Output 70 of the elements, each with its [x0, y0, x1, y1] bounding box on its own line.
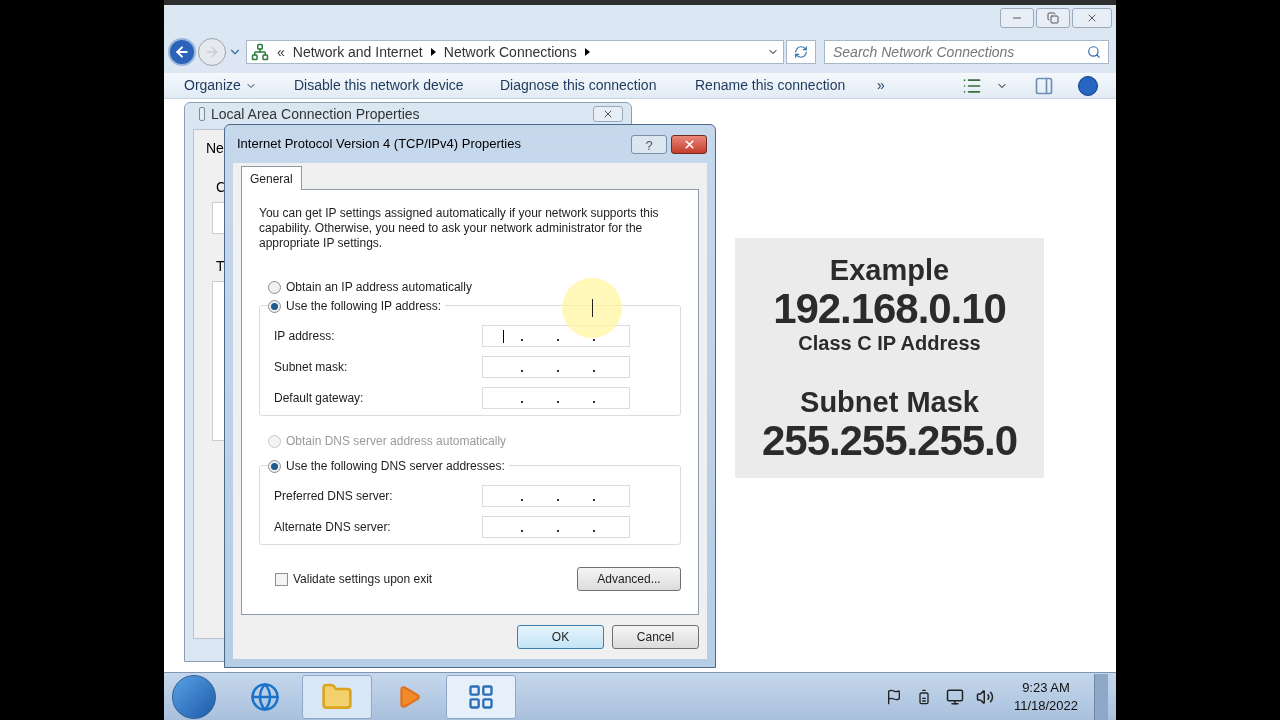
radio-button[interactable] [268, 299, 281, 313]
checkbox-label: Validate settings upon exit [293, 571, 433, 588]
breadcrumb-arrow-icon[interactable] [430, 48, 436, 56]
radio-label: Obtain DNS server address automatically [286, 433, 507, 450]
ip-address-field[interactable] [482, 386, 630, 409]
dialog-button[interactable]: OK [517, 625, 604, 649]
breadcrumb-item[interactable]: Network Connections [443, 41, 577, 63]
breadcrumb-arrow-icon[interactable] [584, 48, 590, 56]
breadcrumb-overflow[interactable]: « [277, 41, 285, 63]
command-button[interactable]: Disable this network device [294, 75, 500, 96]
back-dialog-close-button[interactable] [593, 106, 623, 122]
radio-button[interactable] [268, 459, 281, 473]
radio-button[interactable] [268, 280, 281, 294]
command-button[interactable]: Rename this connection [695, 75, 875, 96]
dialog-title: Internet Protocol Version 4 (TCP/IPv4) Properties [237, 135, 521, 154]
command-button[interactable]: Organize [184, 75, 294, 96]
advanced-button[interactable]: Advanced... [577, 567, 681, 591]
more-commands-button[interactable]: » [877, 75, 917, 96]
clock-date: 11/18/2022 [1013, 696, 1079, 715]
example-heading: Subnet Mask [800, 385, 979, 419]
network-icon [251, 43, 269, 61]
checkbox[interactable] [275, 572, 288, 586]
close-button[interactable] [671, 134, 707, 154]
close-icon [1086, 12, 1098, 24]
preview-pane-icon[interactable] [1034, 75, 1054, 96]
radio-label: Use the following IP address: [286, 298, 442, 315]
dialog-button[interactable]: Cancel [612, 625, 699, 649]
clock-time: 9:23 AM [1022, 678, 1070, 697]
address-bar[interactable]: « Network and Internet Network Connections [246, 40, 784, 64]
back-dialog-text: T [215, 257, 226, 276]
field-label: Alternate DNS server: [274, 518, 392, 536]
battery-icon[interactable] [916, 688, 932, 705]
radio-label: Use the following DNS server addresses: [286, 458, 505, 475]
flag-icon[interactable] [886, 688, 902, 705]
field-label: Default gateway: [274, 389, 365, 407]
minimize-button[interactable] [1000, 8, 1034, 28]
radio-label: Obtain an IP address automatically [286, 279, 472, 296]
breadcrumb-item[interactable]: Network and Internet [292, 41, 423, 63]
close-icon [602, 108, 614, 120]
help-button[interactable]: ? [631, 134, 667, 154]
example-value: 255.255.255.0 [762, 419, 1017, 463]
example-heading: Example [829, 253, 950, 287]
refresh-icon [794, 45, 808, 59]
clock[interactable]: 9:23 AM 11/18/2022 [1008, 678, 1084, 715]
ip-address-field[interactable] [482, 515, 630, 538]
volume-icon[interactable] [976, 687, 994, 706]
refresh-button[interactable] [786, 40, 816, 64]
intro-text: You can get IP settings assigned automatically if your network supports this capability. Otherwise, you need to ask your network administrator for the appropriate IP settings. [259, 206, 660, 251]
back-dialog-title: Local Area Connection Properties [211, 104, 420, 124]
field-label: Subnet mask: [274, 358, 349, 376]
search-icon [1087, 45, 1101, 59]
ip-address-field[interactable] [482, 355, 630, 378]
back-button[interactable] [168, 38, 196, 66]
command-button[interactable]: Diagnose this connection [500, 75, 695, 96]
globe-icon [250, 681, 280, 712]
taskbar-button[interactable] [446, 674, 516, 719]
network-status-icon[interactable] [946, 687, 964, 706]
tab[interactable]: General [241, 166, 302, 190]
restore-icon [1047, 12, 1059, 24]
text-cursor [503, 329, 504, 343]
example-caption: Class C IP Address [798, 331, 981, 355]
start-button[interactable] [172, 674, 216, 719]
field-label: IP address: [274, 327, 336, 345]
show-desktop-button[interactable] [1094, 673, 1108, 720]
close-icon [682, 137, 696, 151]
field-label: Preferred DNS server: [274, 487, 394, 505]
search-field[interactable]: Search Network Connections [824, 40, 1109, 64]
ip-address-field[interactable] [482, 484, 630, 507]
example-value: 192.168.0.10 [773, 287, 1006, 331]
restore-button[interactable] [1036, 8, 1070, 28]
